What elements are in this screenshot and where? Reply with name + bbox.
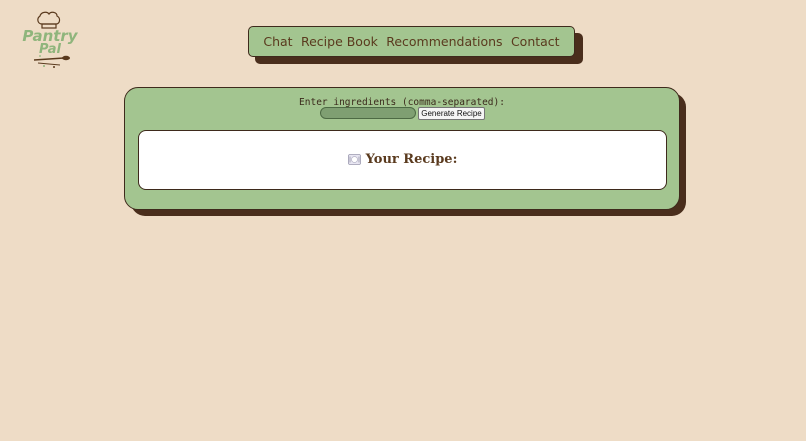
nav-item-recipe-book[interactable]: Recipe Book xyxy=(301,34,378,49)
logo-wordmark: Pantry Pal xyxy=(22,29,78,57)
generate-recipe-button[interactable]: Generate Recipe xyxy=(418,107,485,120)
recipe-output-box: Your Recipe: xyxy=(138,130,667,190)
recipe-heading: Your Recipe: xyxy=(139,152,666,167)
page: Pantry Pal Chat Recipe Book Recommendati… xyxy=(0,0,806,441)
pantry-pal-logo[interactable]: Pantry Pal xyxy=(20,10,82,70)
main-nav: Chat Recipe Book Recommendations Contact xyxy=(248,26,575,57)
nav-item-recommendations[interactable]: Recommendations xyxy=(386,34,502,49)
plate-icon xyxy=(347,154,361,165)
nav-item-chat[interactable]: Chat xyxy=(263,34,292,49)
recipe-generator-card: Enter ingredients (comma-separated): Gen… xyxy=(124,87,680,210)
recipe-title: Your Recipe: xyxy=(365,152,458,167)
nav-item-contact[interactable]: Contact xyxy=(511,34,560,49)
ingredients-input[interactable] xyxy=(320,107,416,119)
